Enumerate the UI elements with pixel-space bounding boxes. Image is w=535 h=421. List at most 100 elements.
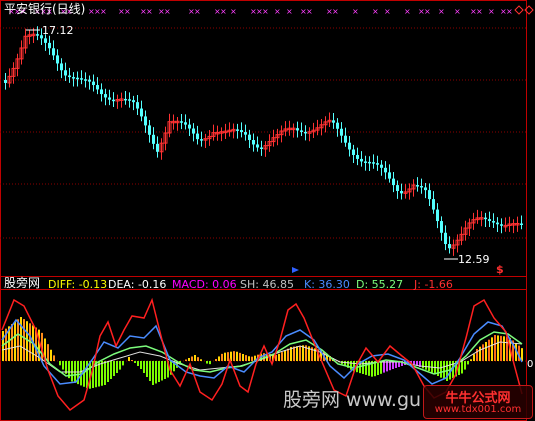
macd-bar	[62, 361, 64, 370]
candle-down	[360, 158, 363, 162]
macd-bar	[482, 344, 484, 361]
macd-bar	[206, 361, 208, 364]
candle-down	[384, 167, 387, 173]
signal-x: ×	[274, 7, 281, 16]
candle-down	[420, 185, 423, 188]
candle-down	[244, 132, 247, 135]
macd-bar	[470, 359, 472, 361]
macd-bar	[113, 361, 115, 376]
readout-4: K: 36.30	[304, 278, 350, 291]
candle-down	[484, 217, 487, 220]
macd-bar	[209, 361, 211, 365]
signal-x: ×	[404, 7, 411, 16]
macd-bar	[200, 359, 202, 361]
macd-bar	[491, 337, 493, 361]
signal-x: ×	[306, 7, 313, 16]
macd-bar	[110, 361, 112, 379]
candle-down	[436, 209, 439, 222]
macd-bar	[194, 355, 196, 361]
macd-bar	[71, 361, 73, 382]
candle-down	[152, 134, 155, 144]
macd-bar	[278, 353, 280, 361]
candle-down	[336, 122, 339, 129]
signal-x: ×	[194, 7, 201, 16]
macd-bar	[473, 354, 475, 361]
candle-down	[140, 108, 143, 117]
macd-bar	[380, 361, 382, 374]
signal-x: ×	[506, 7, 513, 16]
candle-down	[96, 85, 99, 90]
signal-x: ×	[488, 7, 495, 16]
candle-down	[340, 128, 343, 136]
chart-canvas: × × × × × × × × × × × × × × × × × × × × × × × × × × × × × × × × × × × × × × × ×…	[0, 0, 534, 421]
candle-down	[440, 221, 443, 233]
macd-bar	[488, 339, 490, 361]
candle-down	[100, 89, 103, 95]
macd-bar	[14, 321, 16, 361]
high-price-label: 17.12	[42, 24, 74, 37]
readout-0: DIFF: -0.13	[48, 278, 108, 291]
signal-x: ×	[352, 7, 359, 16]
chart-title: 平安银行(日线)	[4, 2, 86, 16]
macd-bar	[185, 359, 187, 361]
candle-down	[76, 77, 79, 80]
macd-bar	[248, 356, 250, 361]
macd-bar	[296, 346, 298, 361]
panel-arrow-icon[interactable]	[292, 267, 299, 273]
macd-bar	[11, 324, 13, 361]
diamond-icon	[514, 5, 524, 15]
candle-down	[400, 190, 403, 194]
candle-down	[332, 120, 335, 123]
macd-bar	[500, 335, 502, 361]
candle-down	[376, 163, 379, 165]
zero-axis-label: 0	[527, 359, 534, 370]
macd-bar	[386, 361, 388, 372]
candle-down	[92, 81, 95, 86]
macd-bar	[119, 361, 121, 370]
candle-down	[56, 55, 59, 64]
macd-bar	[479, 346, 481, 361]
signal-x: ×	[124, 7, 131, 16]
macd-bar	[440, 361, 442, 378]
macd-bar	[224, 352, 226, 361]
macd-bar	[59, 361, 61, 366]
macd-bar	[137, 361, 139, 366]
macd-bar	[218, 356, 220, 361]
candle-down	[380, 164, 383, 168]
candle-down	[444, 232, 447, 245]
candle-down	[296, 128, 299, 131]
candle-down	[240, 130, 243, 133]
signal-x: ×	[454, 7, 461, 16]
macd-bar	[128, 357, 130, 361]
macd-bar	[464, 361, 466, 370]
macd-bar	[293, 346, 295, 361]
candle-down	[392, 178, 395, 186]
candle-down	[432, 199, 435, 210]
readout-1: DEA: -0.16	[108, 278, 167, 291]
candle-down	[344, 135, 347, 143]
candle-down	[44, 38, 47, 43]
candle-down	[488, 219, 491, 222]
macd-bar	[131, 360, 133, 361]
macd-bar	[221, 353, 223, 361]
candle-down	[144, 116, 147, 126]
signal-x: ×	[164, 7, 171, 16]
signal-x: ×	[476, 7, 483, 16]
macd-bar	[50, 349, 52, 361]
macd-bar	[485, 342, 487, 361]
candle-down	[68, 75, 71, 78]
macd-bar	[164, 361, 166, 379]
macd-bar	[425, 361, 427, 370]
candle-down	[364, 161, 367, 163]
macd-bar	[245, 355, 247, 361]
macd-bar	[467, 361, 469, 365]
candle-down	[124, 98, 127, 101]
candle-down	[492, 221, 495, 223]
candle-down	[304, 131, 307, 134]
candle-down	[252, 140, 255, 145]
top-right-icons[interactable]	[514, 5, 534, 15]
price-grid	[0, 27, 527, 362]
macd-bar	[461, 361, 463, 374]
candle-down	[500, 224, 503, 226]
macd-bar	[152, 361, 154, 385]
